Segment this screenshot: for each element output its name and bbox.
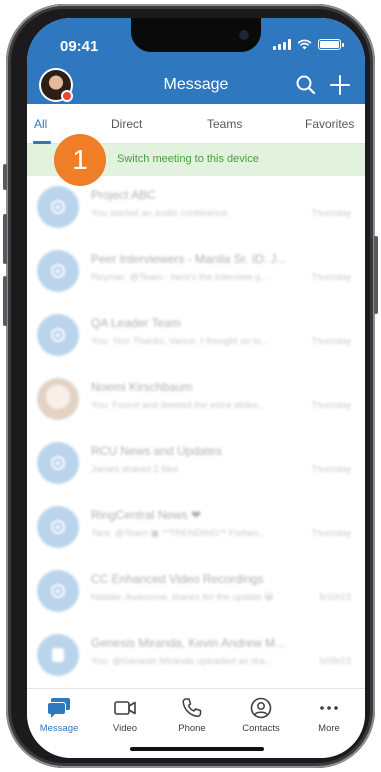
conversation-row[interactable]: Peer Interviewers - Manila Sr. ID: J... … xyxy=(27,240,365,304)
video-camera-icon xyxy=(114,701,136,715)
nav-phone-label: Phone xyxy=(178,723,206,734)
nav-message-label: Message xyxy=(39,723,79,734)
conversation-preview: You: Yes! Thanks, Vance. I thought so to… xyxy=(91,336,269,347)
app-screen: 09:41 Message All Direct Teams Favorites… xyxy=(27,18,365,758)
conversation-list: Project ABC You started an audio confere… xyxy=(27,176,365,688)
status-time: 09:41 xyxy=(60,38,99,55)
conversation-time: Thursday xyxy=(311,464,351,475)
conversation-time: 5/09/23 xyxy=(319,656,351,667)
nav-contacts-label: Contacts xyxy=(242,723,280,734)
add-icon[interactable] xyxy=(327,72,353,98)
conversation-row[interactable]: Genesis Miranda, Kevin Andrew M... You: … xyxy=(27,624,365,688)
conversation-time: Thursday xyxy=(311,208,351,219)
conversation-row[interactable]: QA Leader Team You: Yes! Thanks, Vance. … xyxy=(27,304,365,368)
conversation-time: Thursday xyxy=(311,336,351,347)
switch-meeting-text: Switch meeting to this device xyxy=(117,153,259,165)
nav-more-label: More xyxy=(318,723,340,734)
contact-photo-avatar xyxy=(37,378,79,420)
phone-icon xyxy=(182,698,202,718)
notch xyxy=(131,18,261,52)
step-number-badge: 1 xyxy=(54,134,106,186)
team-avatar-icon xyxy=(37,570,79,612)
contacts-icon xyxy=(250,697,272,719)
conversation-time: Thursday xyxy=(311,528,351,539)
conversation-preview: James shared 2 files xyxy=(91,464,179,475)
conversation-title: RCU News and Updates xyxy=(91,444,222,458)
conversation-preview: You: @Genesis Miranda uploaded as dra... xyxy=(91,656,273,667)
team-avatar-icon xyxy=(37,442,79,484)
conversation-row[interactable]: RCU News and Updates James shared 2 file… xyxy=(27,432,365,496)
volume-up-button xyxy=(3,214,7,264)
nav-contacts[interactable]: Contacts xyxy=(229,697,293,734)
conversation-title: Peer Interviewers - Manila Sr. ID: J... xyxy=(91,252,287,266)
status-bar: 09:41 xyxy=(27,18,365,66)
conversation-preview: Reymar: @Team - here's the interview g..… xyxy=(91,272,269,283)
group-avatar-icon xyxy=(37,634,79,676)
conversation-row[interactable]: RingCentral News ❤ Tara: @Team ▣ **TREND… xyxy=(27,496,365,560)
conversation-row[interactable]: CC Enhanced Video Recordings Natalie: Aw… xyxy=(27,560,365,624)
conversation-title: RingCentral News ❤ xyxy=(91,508,202,522)
more-dots-icon xyxy=(320,706,338,710)
conversation-preview: Natalie: Awesome, thanks for the update … xyxy=(91,592,274,603)
tab-teams[interactable]: Teams xyxy=(207,117,242,131)
tab-direct[interactable]: Direct xyxy=(111,117,142,131)
conversation-time: 5/10/23 xyxy=(319,592,351,603)
conversation-title: CC Enhanced Video Recordings xyxy=(91,572,264,586)
cellular-signal-icon xyxy=(273,39,291,50)
conversation-title: Project ABC xyxy=(91,188,156,202)
power-button xyxy=(374,236,378,314)
nav-video-label: Video xyxy=(112,723,138,734)
conversation-title: Genesis Miranda, Kevin Andrew M... xyxy=(91,636,286,650)
wifi-icon xyxy=(297,39,312,50)
team-avatar-icon xyxy=(37,250,79,292)
front-camera-icon xyxy=(239,30,249,40)
conversation-time: Thursday xyxy=(311,400,351,411)
team-avatar-icon xyxy=(37,186,79,228)
conversation-title: Noemi Kirschbaum xyxy=(91,380,193,394)
app-bar: Message xyxy=(27,66,365,104)
message-icon xyxy=(48,698,70,718)
conversation-preview: You: Found and deleted the extra slides.… xyxy=(91,400,266,411)
conversation-time: Thursday xyxy=(311,272,351,283)
search-icon[interactable] xyxy=(293,72,319,98)
nav-message[interactable]: Message xyxy=(27,697,91,734)
conversation-title: QA Leader Team xyxy=(91,316,181,330)
team-avatar-icon xyxy=(37,314,79,356)
mute-switch xyxy=(3,164,7,190)
tab-all[interactable]: All xyxy=(34,117,47,131)
nav-more[interactable]: More xyxy=(297,697,361,734)
conversation-preview: You started an audio conference. xyxy=(91,208,231,219)
app-header: 09:41 Message xyxy=(27,18,365,104)
volume-down-button xyxy=(3,276,7,326)
battery-icon xyxy=(318,39,344,50)
nav-video[interactable]: Video xyxy=(93,697,157,734)
conversation-row[interactable]: Noemi Kirschbaum You: Found and deleted … xyxy=(27,368,365,432)
nav-phone[interactable]: Phone xyxy=(160,697,224,734)
team-avatar-icon xyxy=(37,506,79,548)
system-icons xyxy=(273,39,344,50)
conversation-preview: Tara: @Team ▣ **TRENDING** Forbes... xyxy=(91,528,267,539)
tab-favorites[interactable]: Favorites xyxy=(305,117,354,131)
home-indicator[interactable] xyxy=(130,747,264,751)
